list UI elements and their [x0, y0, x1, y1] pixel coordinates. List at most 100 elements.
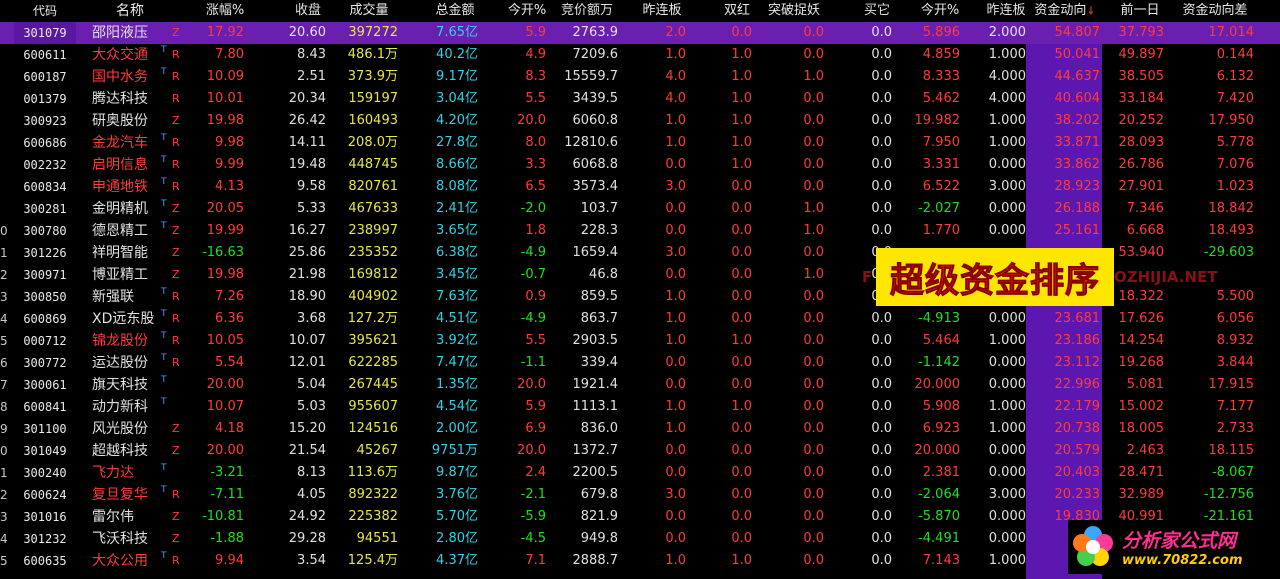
- close-price: 26.42: [288, 113, 326, 128]
- breakout: 0.0: [803, 553, 824, 568]
- header-volume[interactable]: 成交量: [334, 0, 404, 22]
- table-row[interactable]: 001379 腾达科技 R 10.01 20.34 159197 3.04亿 5.5 3439.…: [0, 88, 1280, 110]
- stock-name: 锦龙股份: [92, 333, 148, 349]
- open-pct-2: 2.381: [922, 465, 960, 480]
- table-row[interactable]: 600187 国中水务 T R 10.09 2.51 373.9万 9.17亿 8.3 15559…: [0, 66, 1280, 88]
- open-pct: 7.1: [525, 553, 546, 568]
- header-fund-flow[interactable]: 资金动向↓: [1030, 0, 1100, 22]
- t-flag-icon: [161, 259, 169, 281]
- stock-code: 301226: [23, 246, 67, 260]
- volume: 124516: [348, 421, 398, 436]
- open-pct-2: 5.462: [922, 91, 960, 106]
- table-row[interactable]: 600686 金龙汽车 T R 9.98 14.11 208.0万 27.8亿 8.0 12810…: [0, 132, 1280, 154]
- header-auction-amount[interactable]: 竞价额万: [552, 0, 622, 22]
- header-open-pct[interactable]: 今开%: [498, 0, 556, 22]
- double-red: 1.0: [731, 333, 752, 348]
- header-breakout[interactable]: 突破捉妖: [756, 0, 832, 22]
- t-flag-icon: [161, 523, 169, 545]
- header-amount[interactable]: 总金额: [424, 0, 486, 22]
- row-index: 1: [0, 466, 8, 480]
- table-row[interactable]: 300923 研奥股份 Z 19.98 26.42 160493 4.20亿 20.0 6060…: [0, 110, 1280, 132]
- prev-limit-streak: 4.0: [665, 91, 686, 106]
- total-amount: 2.41亿: [436, 201, 478, 216]
- header-double-red[interactable]: 双红: [712, 0, 762, 22]
- header-change[interactable]: 涨幅%: [196, 0, 254, 22]
- previous-day: 14.254: [1118, 333, 1165, 348]
- fund-flow: 20.403: [1054, 465, 1101, 480]
- row-index: 3: [0, 290, 8, 304]
- stock-name: 祥明智能: [92, 245, 148, 261]
- stock-name: 风光股份: [92, 421, 148, 437]
- header-name[interactable]: 名称: [95, 0, 165, 22]
- stock-name: 超越科技: [92, 443, 148, 459]
- header-code[interactable]: 代码: [14, 0, 76, 22]
- header-prev-limit-streak-2[interactable]: 昨连板: [976, 0, 1036, 22]
- table-row[interactable]: 5 000712 锦龙股份 T R 10.05 10.07 395621 3.92亿 5.5 290…: [0, 330, 1280, 352]
- stock-code: 300971: [23, 268, 67, 282]
- breakout: 0.0: [803, 333, 824, 348]
- total-amount: 7.63亿: [436, 289, 478, 304]
- double-red: 1.0: [731, 157, 752, 172]
- prev-limit-streak-2: 4.000: [988, 69, 1026, 84]
- table-row[interactable]: 301079 邵阳液压 Z 17.92 20.60 397272 7.65亿 5.9 2763.…: [0, 22, 1280, 44]
- table-row[interactable]: 0 300780 德恩精工 T Z 19.99 16.27 238997 3.65亿 1.8 228…: [0, 220, 1280, 242]
- sort-desc-icon: ↓: [1086, 4, 1096, 17]
- breakout: 0.0: [803, 245, 824, 260]
- breakout: 0.0: [803, 465, 824, 480]
- fund-flow-diff: 2.733: [1216, 421, 1254, 436]
- volume: 373.9万: [347, 69, 398, 84]
- row-index: [0, 44, 12, 66]
- header-open-pct-2[interactable]: 今开%: [910, 0, 970, 22]
- buy-it: 0.0: [871, 157, 892, 172]
- buy-it: 0.0: [871, 201, 892, 216]
- header-previous-day[interactable]: 前一日: [1112, 0, 1168, 22]
- fund-flow-diff: 7.420: [1216, 91, 1254, 106]
- breakout: 0.0: [803, 487, 824, 502]
- fund-flow-diff: 17.014: [1208, 25, 1255, 40]
- open-pct-2: 8.333: [922, 69, 960, 84]
- header-close[interactable]: 收盘: [283, 0, 333, 22]
- table-row[interactable]: 8 600841 动力新科 T 10.07 5.03 955607 4.54亿 5.9 1113.…: [0, 396, 1280, 418]
- watermark-left: F: [862, 268, 873, 286]
- board-tag: Z: [172, 268, 180, 281]
- double-red: 0.0: [731, 25, 752, 40]
- stock-code: 002232: [23, 158, 67, 172]
- stock-code: 300240: [23, 466, 67, 480]
- fund-flow-diff: 18.115: [1208, 443, 1255, 458]
- fund-flow: 26.188: [1054, 201, 1101, 216]
- table-row[interactable]: 2 600624 复旦复华 T R -7.11 4.05 892322 3.76亿 -2.1 679…: [0, 484, 1280, 506]
- table-row[interactable]: 0 301049 超越科技 Z 20.00 21.54 45267 9751万 20.0 1372…: [0, 440, 1280, 462]
- table-row[interactable]: 9 301100 风光股份 Z 4.18 15.20 124516 2.00亿 6.9 836.0…: [0, 418, 1280, 440]
- previous-day: 38.505: [1118, 69, 1165, 84]
- breakout: 0.0: [803, 25, 824, 40]
- logo-title: 分析家公式网: [1122, 530, 1237, 552]
- auction-amount: 2200.5: [572, 465, 619, 480]
- open-pct-2: -4.491: [918, 531, 960, 546]
- previous-day: 17.626: [1118, 311, 1165, 326]
- table-row[interactable]: 600834 申通地铁 T R 4.13 9.58 820761 8.08亿 6.5 3573.4…: [0, 176, 1280, 198]
- open-pct-2: -2.064: [918, 487, 960, 502]
- t-flag-icon: T: [161, 463, 167, 473]
- stock-name: 新强联: [92, 289, 134, 305]
- table-row[interactable]: 600611 大众交通 T R 7.80 8.43 486.1万 40.2亿 4.9 7209.6…: [0, 44, 1280, 66]
- open-pct-2: 7.950: [922, 135, 960, 150]
- double-red: 0.0: [731, 465, 752, 480]
- total-amount: 4.54亿: [436, 399, 478, 414]
- table-row[interactable]: 7 300061 旗天科技 T 20.00 5.04 267445 1.35亿 20.0 1921…: [0, 374, 1280, 396]
- close-price: 18.90: [288, 289, 326, 304]
- volume: 267445: [348, 377, 398, 392]
- header-buy-it[interactable]: 买它: [852, 0, 902, 22]
- header-prev-limit-streak[interactable]: 昨连板: [632, 0, 692, 22]
- table-row[interactable]: 002232 启明信息 T R 9.99 19.48 448745 8.66亿 3.3 6068.…: [0, 154, 1280, 176]
- table-row[interactable]: 300281 金明精机 T Z 20.05 5.33 467633 2.41亿 -2.0 103.…: [0, 198, 1280, 220]
- board-tag: R: [172, 92, 180, 105]
- stock-code: 300850: [23, 290, 67, 304]
- previous-day: 32.989: [1118, 487, 1165, 502]
- stock-code: 600841: [23, 400, 67, 414]
- double-red: 0.0: [731, 377, 752, 392]
- open-pct: -4.9: [520, 245, 546, 260]
- header-fund-flow-diff[interactable]: 资金动向差: [1172, 0, 1258, 22]
- table-row[interactable]: 1 300240 飞力达 T -3.21 8.13 113.6万 9.87亿 2.4 2200.5…: [0, 462, 1280, 484]
- table-row[interactable]: 4 600869 XD远东股 T R 6.36 3.68 127.2万 4.51亿 -4.9 863…: [0, 308, 1280, 330]
- table-row[interactable]: 6 300772 运达股份 T R 5.54 12.01 622285 7.47亿 -1.1 339…: [0, 352, 1280, 374]
